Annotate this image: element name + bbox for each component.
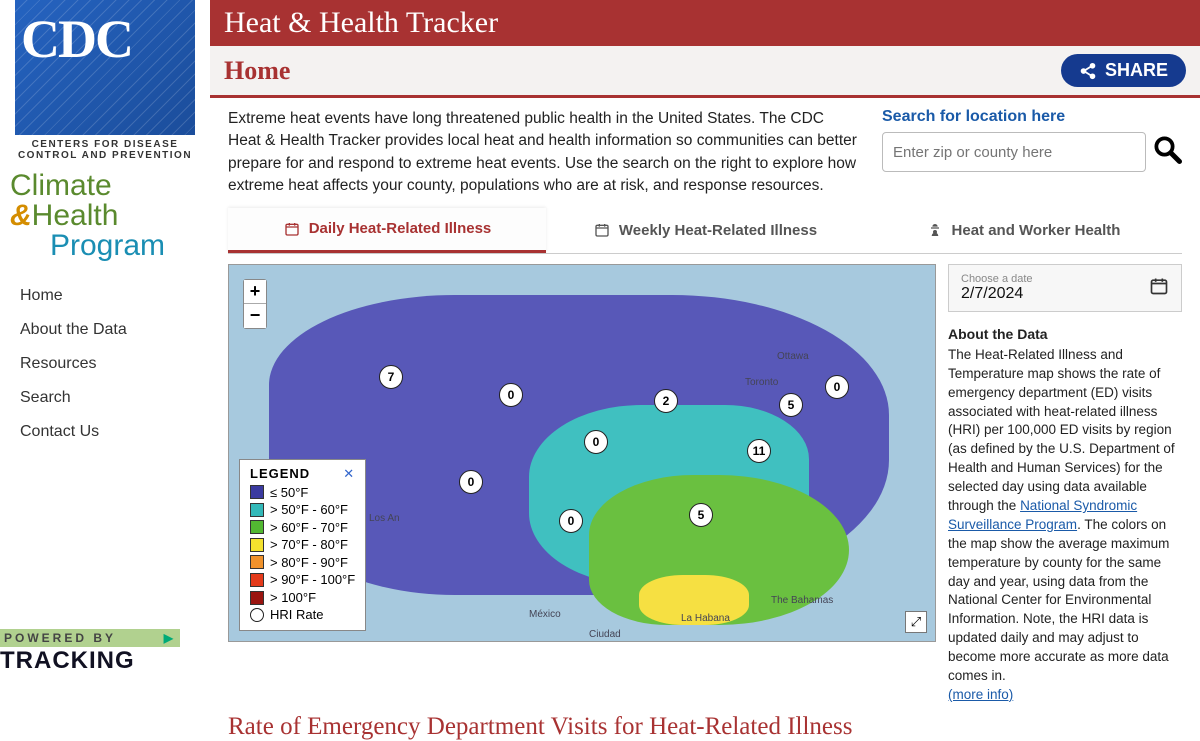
share-icon [1079, 62, 1097, 80]
search-block: Search for location here [882, 108, 1182, 198]
legend-row: > 90°F - 100°F [250, 571, 355, 589]
hri-marker[interactable]: 0 [584, 430, 608, 454]
date-picker[interactable]: Choose a date 2/7/2024 [948, 264, 1182, 312]
legend-row: > 70°F - 80°F [250, 536, 355, 554]
breadcrumb: Home [224, 56, 290, 86]
map-legend: LEGEND✕ ≤ 50°F> 50°F - 60°F> 60°F - 70°F… [239, 459, 366, 631]
cdc-logo[interactable]: CDC [15, 0, 195, 135]
more-info-link[interactable]: (more info) [948, 687, 1013, 702]
legend-row: > 50°F - 60°F [250, 501, 355, 519]
legend-row: > 80°F - 90°F [250, 554, 355, 572]
legend-row: > 60°F - 70°F [250, 519, 355, 537]
map-label: Los An [369, 513, 400, 524]
calendar-icon [283, 220, 301, 238]
about-data-body: The Heat-Related Illness and Temperature… [948, 346, 1182, 686]
tab-2[interactable]: Heat and Worker Health [864, 208, 1182, 253]
zoom-out-button[interactable]: − [244, 304, 266, 328]
close-icon[interactable]: ✕ [343, 466, 355, 482]
tab-1[interactable]: Weekly Heat-Related Illness [546, 208, 864, 253]
search-input[interactable] [882, 132, 1146, 172]
sidebar-nav: HomeAbout the DataResourcesSearchContact… [0, 279, 210, 449]
share-button[interactable]: SHARE [1061, 54, 1186, 87]
hri-marker[interactable]: 0 [499, 383, 523, 407]
sidebar-item-about-the-data[interactable]: About the Data [0, 313, 210, 347]
hri-marker[interactable]: 5 [689, 503, 713, 527]
sidebar-item-home[interactable]: Home [0, 279, 210, 313]
calendar-icon [593, 221, 611, 239]
search-label: Search for location here [882, 108, 1182, 126]
map-label: Toronto [745, 377, 778, 388]
section-heading: Rate of Emergency Department Visits for … [210, 705, 1200, 741]
hri-marker-icon [250, 608, 264, 622]
cdc-tagline: CENTERS FOR DISEASECONTROL AND PREVENTIO… [0, 139, 210, 161]
expand-icon[interactable]: ⤢ [905, 611, 927, 633]
intro-text: Extreme heat events have long threatened… [228, 108, 858, 198]
zoom-controls: + − [243, 279, 267, 329]
main: Heat & Health Tracker Home SHARE Extreme… [210, 0, 1200, 675]
map-label: México [529, 609, 561, 620]
map-label: La Habana [681, 613, 730, 624]
hri-marker[interactable]: 7 [379, 365, 403, 389]
hri-marker[interactable]: 0 [459, 470, 483, 494]
sidebar-item-resources[interactable]: Resources [0, 347, 210, 381]
tabs: Daily Heat-Related IllnessWeekly Heat-Re… [228, 208, 1182, 254]
zoom-in-button[interactable]: + [244, 280, 266, 304]
sidebar-item-contact-us[interactable]: Contact Us [0, 415, 210, 449]
map-label: Ottawa [777, 351, 809, 362]
search-icon[interactable] [1152, 134, 1182, 171]
hri-marker[interactable]: 5 [779, 393, 803, 417]
page-banner: Heat & Health Tracker [210, 0, 1200, 46]
tab-0[interactable]: Daily Heat-Related Illness [228, 208, 546, 253]
about-data-title: About the Data [948, 326, 1182, 342]
hri-marker[interactable]: 0 [825, 375, 849, 399]
hri-marker[interactable]: 11 [747, 439, 771, 463]
legend-row: > 100°F [250, 589, 355, 607]
map[interactable]: + − 70250011005 OttawaTorontoLos AnMéxic… [228, 264, 936, 642]
sidebar: CDC CENTERS FOR DISEASECONTROL AND PREVE… [0, 0, 210, 675]
subheader: Home SHARE [210, 46, 1200, 98]
calendar-icon [1149, 276, 1169, 299]
legend-row: ≤ 50°F [250, 484, 355, 502]
sidebar-item-search[interactable]: Search [0, 381, 210, 415]
worker-icon [926, 221, 944, 239]
tracking-badge[interactable]: POWERED BY TRACKING [0, 629, 180, 675]
hri-marker[interactable]: 0 [559, 509, 583, 533]
map-label: The Bahamas [771, 595, 833, 606]
map-label: Ciudad [589, 629, 621, 640]
program-logo[interactable]: Climate &Health Program [10, 171, 210, 261]
hri-marker[interactable]: 2 [654, 389, 678, 413]
